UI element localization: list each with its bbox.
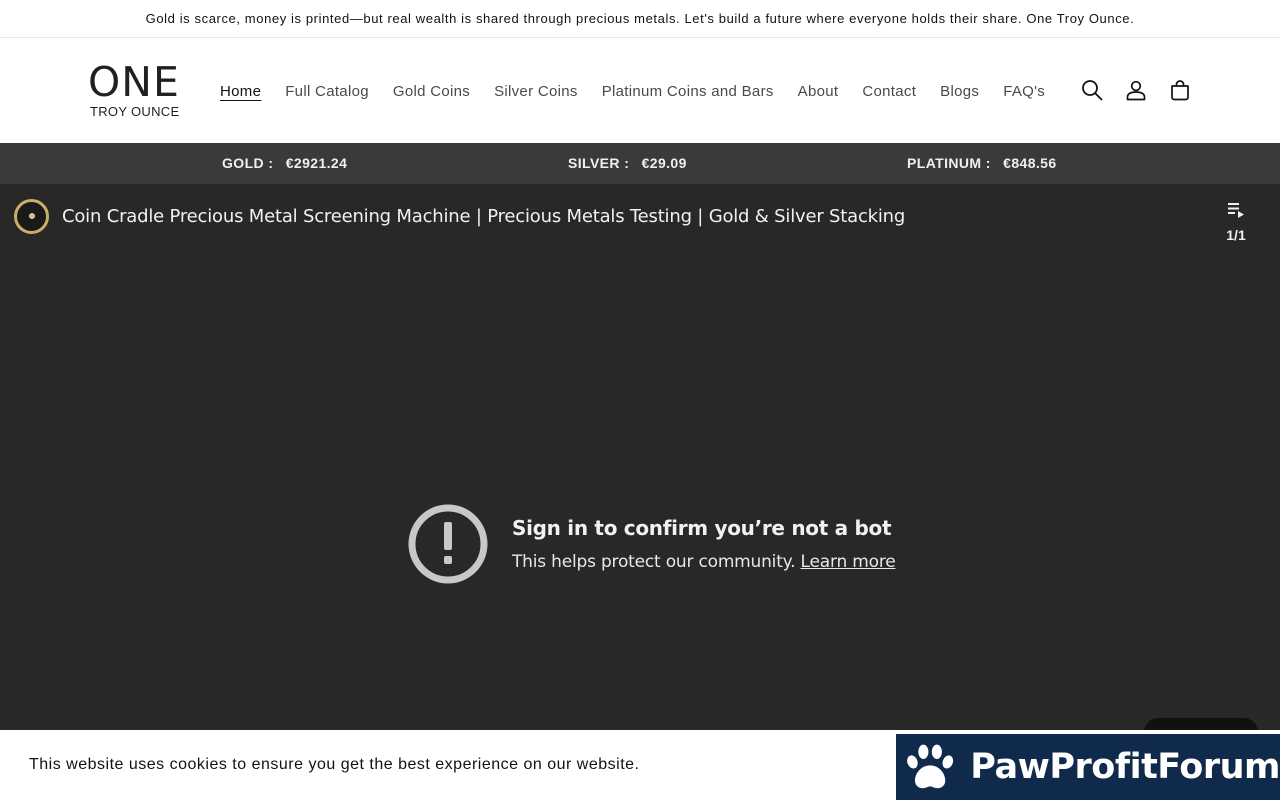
playlist-button[interactable]: 1/1 (1226, 200, 1246, 243)
paw-icon (907, 744, 954, 789)
nav-platinum[interactable]: Platinum Coins and Bars (602, 83, 774, 100)
logo-sub-text: TROY OUNCE (90, 104, 180, 119)
platinum-label: PLATINUM : (907, 155, 991, 171)
nav-gold-coins[interactable]: Gold Coins (393, 83, 470, 100)
gold-label: GOLD : (222, 155, 274, 171)
forum-badge-text: PawProfitForum (970, 747, 1280, 787)
gold-price: GOLD : €2921.24 (222, 155, 347, 171)
playlist-count: 1/1 (1226, 227, 1246, 243)
bot-heading: Sign in to confirm you’re not a bot (512, 516, 892, 540)
site-header: ONE TROY OUNCE Home Full Catalog Gold Co… (0, 38, 1280, 143)
announcement-text: Gold is scarce, money is printed—but rea… (145, 11, 1135, 26)
nav-blogs[interactable]: Blogs (940, 83, 979, 100)
nav-home[interactable]: Home (220, 83, 261, 100)
silver-price: SILVER : €29.09 (568, 155, 687, 171)
bot-subtext-body: This helps protect our community. (512, 552, 796, 572)
youtube-embed[interactable]: Coin Cradle Precious Metal Screening Mac… (0, 184, 1280, 730)
header-icons (1060, 78, 1192, 102)
cart-icon[interactable] (1168, 78, 1192, 102)
search-icon[interactable] (1080, 78, 1104, 102)
nav-contact[interactable]: Contact (862, 83, 916, 100)
nav-faqs[interactable]: FAQ's (1003, 83, 1045, 100)
nav-silver-coins[interactable]: Silver Coins (494, 83, 578, 100)
account-icon[interactable] (1124, 78, 1148, 102)
nav-full-catalog[interactable]: Full Catalog (285, 83, 369, 100)
silver-value: €29.09 (641, 155, 687, 171)
playlist-icon (1228, 203, 1244, 218)
platinum-value: €848.56 (1003, 155, 1057, 171)
metal-price-ticker: GOLD : €2921.24 SILVER : €29.09 PLATINUM… (0, 143, 1280, 184)
nav-about[interactable]: About (798, 83, 839, 100)
bot-subtext: This helps protect our community. Learn … (512, 552, 896, 572)
silver-label: SILVER : (568, 155, 630, 171)
warning-icon (408, 504, 488, 584)
site-logo[interactable]: ONE TROY OUNCE (88, 58, 184, 120)
gold-value: €2921.24 (285, 155, 348, 171)
logo-main-text: ONE (88, 58, 180, 106)
cookie-text: This website uses cookies to ensure you … (29, 756, 640, 773)
platinum-price: PLATINUM : €848.56 (907, 155, 1057, 171)
learn-more-link[interactable]: Learn more (801, 552, 896, 572)
main-nav: Home Full Catalog Gold Coins Silver Coin… (220, 80, 1069, 102)
channel-avatar[interactable] (14, 198, 49, 234)
video-title-row: Coin Cradle Precious Metal Screening Mac… (14, 198, 905, 234)
channel-avatar-dot (28, 213, 35, 219)
announcement-bar: Gold is scarce, money is printed—but rea… (0, 0, 1280, 38)
pawprofitforum-watermark: PawProfitForum (896, 734, 1280, 800)
video-title[interactable]: Coin Cradle Precious Metal Screening Mac… (62, 206, 905, 227)
bot-check-message: Sign in to confirm you’re not a bot This… (408, 504, 896, 584)
